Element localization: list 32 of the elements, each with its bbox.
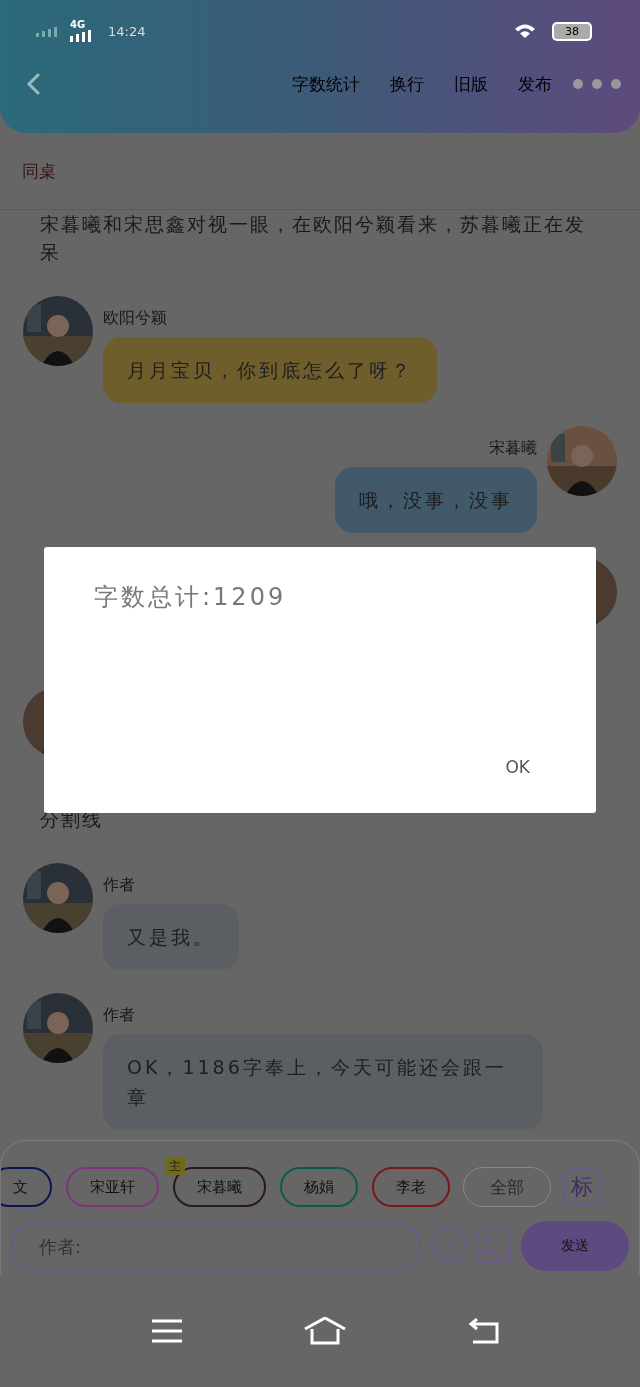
header-action[interactable]: 旧版 bbox=[444, 72, 498, 96]
header-action[interactable]: 发布 bbox=[508, 72, 562, 96]
back-icon[interactable] bbox=[26, 72, 42, 96]
message-bubble: 哦，没事，没事 bbox=[335, 467, 537, 533]
header-action[interactable]: 字数统计 bbox=[282, 72, 370, 96]
dialog-message: 字数总计:1209 bbox=[94, 583, 287, 611]
battery-icon: 38 bbox=[552, 21, 592, 41]
sender-name: 作者 bbox=[103, 875, 136, 896]
sender-name: 欧阳兮颖 bbox=[103, 308, 168, 329]
network-label: 4G bbox=[70, 20, 86, 30]
role-chip[interactable]: 李老 bbox=[372, 1167, 450, 1207]
header-action[interactable]: 换行 bbox=[380, 72, 434, 96]
role-chip[interactable]: 杨娟 bbox=[280, 1167, 358, 1207]
tag-button[interactable]: 标 bbox=[563, 1168, 601, 1206]
send-button[interactable]: 发送 bbox=[521, 1221, 629, 1271]
section-title: 同桌 bbox=[22, 159, 56, 183]
all-button[interactable]: 全部 bbox=[463, 1167, 551, 1207]
message-bubble: 又是我。 bbox=[103, 904, 239, 970]
narration-text: 宋暮曦和宋思鑫对视一眼，在欧阳兮颖看来，苏暮曦正在发呆 bbox=[39, 212, 587, 265]
sender-name: 宋暮曦 bbox=[489, 438, 537, 459]
wifi-icon bbox=[514, 23, 536, 39]
sender-name: 作者 bbox=[103, 1005, 136, 1026]
message-bubble: 月月宝贝，你到底怎么了呀？ bbox=[103, 337, 437, 403]
status-time: 14:24 bbox=[108, 23, 146, 39]
more-icon[interactable] bbox=[572, 78, 622, 90]
menu-icon[interactable] bbox=[150, 1318, 183, 1343]
home-icon[interactable] bbox=[304, 1316, 346, 1345]
role-chip[interactable]: 宋亚轩 bbox=[66, 1167, 159, 1207]
message-bubble: OK，1186字奉上，今天可能还会跟一章 bbox=[103, 1034, 543, 1130]
lead-badge: 主 bbox=[165, 1157, 185, 1175]
role-chip[interactable]: 文 bbox=[1, 1167, 52, 1207]
ok-button[interactable]: OK bbox=[501, 753, 534, 781]
